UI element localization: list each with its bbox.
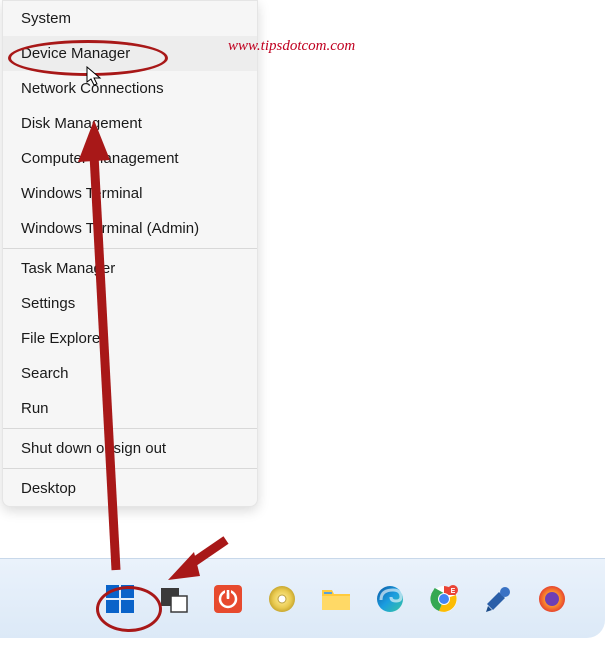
menu-item-device-manager[interactable]: Device Manager xyxy=(3,36,257,71)
chrome-button[interactable]: E xyxy=(424,579,464,619)
menu-item-task-manager[interactable]: Task Manager xyxy=(3,251,257,286)
chrome-icon: E xyxy=(429,584,459,614)
menu-item-computer-management[interactable]: Computer Management xyxy=(3,141,257,176)
menu-separator xyxy=(3,468,257,469)
menu-item-disk-management[interactable]: Disk Management xyxy=(3,106,257,141)
menu-item-run[interactable]: Run xyxy=(3,391,257,426)
disc-app-button[interactable] xyxy=(262,579,302,619)
taskview-button[interactable] xyxy=(154,579,194,619)
file-explorer-icon xyxy=(320,584,352,614)
taskview-icon xyxy=(159,584,189,614)
watermark-text: www.tipsdotcom.com xyxy=(228,38,355,55)
firefox-icon xyxy=(537,584,567,614)
menu-item-system[interactable]: System xyxy=(3,1,257,36)
menu-separator xyxy=(3,428,257,429)
firefox-button[interactable] xyxy=(532,579,572,619)
tool-app-button[interactable] xyxy=(478,579,518,619)
menu-item-file-explorer[interactable]: File Explorer xyxy=(3,321,257,356)
file-explorer-button[interactable] xyxy=(316,579,356,619)
menu-item-windows-terminal-admin[interactable]: Windows Terminal (Admin) xyxy=(3,211,257,246)
disc-icon xyxy=(267,584,297,614)
shutdown-icon xyxy=(213,584,243,614)
menu-item-desktop[interactable]: Desktop xyxy=(3,471,257,506)
menu-item-network-connections[interactable]: Network Connections xyxy=(3,71,257,106)
menu-separator xyxy=(3,248,257,249)
start-icon xyxy=(104,583,136,615)
edge-button[interactable] xyxy=(370,579,410,619)
taskbar: E xyxy=(0,558,605,638)
start-button[interactable] xyxy=(100,579,140,619)
menu-item-settings[interactable]: Settings xyxy=(3,286,257,321)
menu-item-shutdown-signout[interactable]: Shut down or sign out xyxy=(3,431,257,466)
tool-icon xyxy=(483,584,513,614)
edge-icon xyxy=(375,584,405,614)
menu-item-search[interactable]: Search xyxy=(3,356,257,391)
svg-text:E: E xyxy=(451,588,456,595)
menu-item-windows-terminal[interactable]: Windows Terminal xyxy=(3,176,257,211)
shutdown-app-button[interactable] xyxy=(208,579,248,619)
win-x-context-menu: System Device Manager Network Connection… xyxy=(2,0,258,507)
